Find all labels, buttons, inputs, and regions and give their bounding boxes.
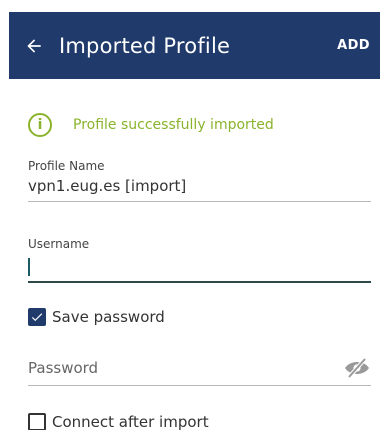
connect-after-import-label: Connect after import <box>52 413 209 430</box>
app-bar: Imported Profile ADD <box>9 12 380 79</box>
save-password-label: Save password <box>52 308 165 326</box>
username-field[interactable]: Username <box>28 237 371 283</box>
page-title: Imported Profile <box>59 33 231 58</box>
back-button[interactable] <box>9 12 59 79</box>
check-icon <box>31 313 43 322</box>
save-password-checkbox[interactable] <box>28 308 46 326</box>
username-label: Username <box>28 237 90 251</box>
arrow-back-icon <box>27 38 41 53</box>
profile-name-underline <box>28 201 371 202</box>
password-input[interactable]: Password <box>28 359 371 377</box>
status-message: Profile successfully imported <box>73 117 274 133</box>
import-status: i Profile successfully imported <box>28 112 371 138</box>
password-underline <box>28 385 371 386</box>
profile-name-input[interactable]: vpn1.eug.es [import] <box>28 177 371 195</box>
connect-after-import-row[interactable]: Connect after import <box>28 413 209 430</box>
profile-name-field[interactable]: Profile Name vpn1.eug.es [import] <box>28 159 371 202</box>
toggle-password-visibility-button[interactable] <box>343 357 371 379</box>
username-underline <box>28 281 371 283</box>
profile-name-label: Profile Name <box>28 159 105 173</box>
password-field[interactable]: Password <box>28 357 371 386</box>
connect-after-import-checkbox[interactable] <box>28 413 46 430</box>
add-button[interactable]: ADD <box>337 12 370 79</box>
username-input-caret[interactable] <box>28 258 30 276</box>
info-icon: i <box>28 113 52 137</box>
save-password-row[interactable]: Save password <box>28 308 165 326</box>
eye-off-icon <box>345 357 369 379</box>
profile-form: i Profile successfully imported Profile … <box>28 112 371 430</box>
